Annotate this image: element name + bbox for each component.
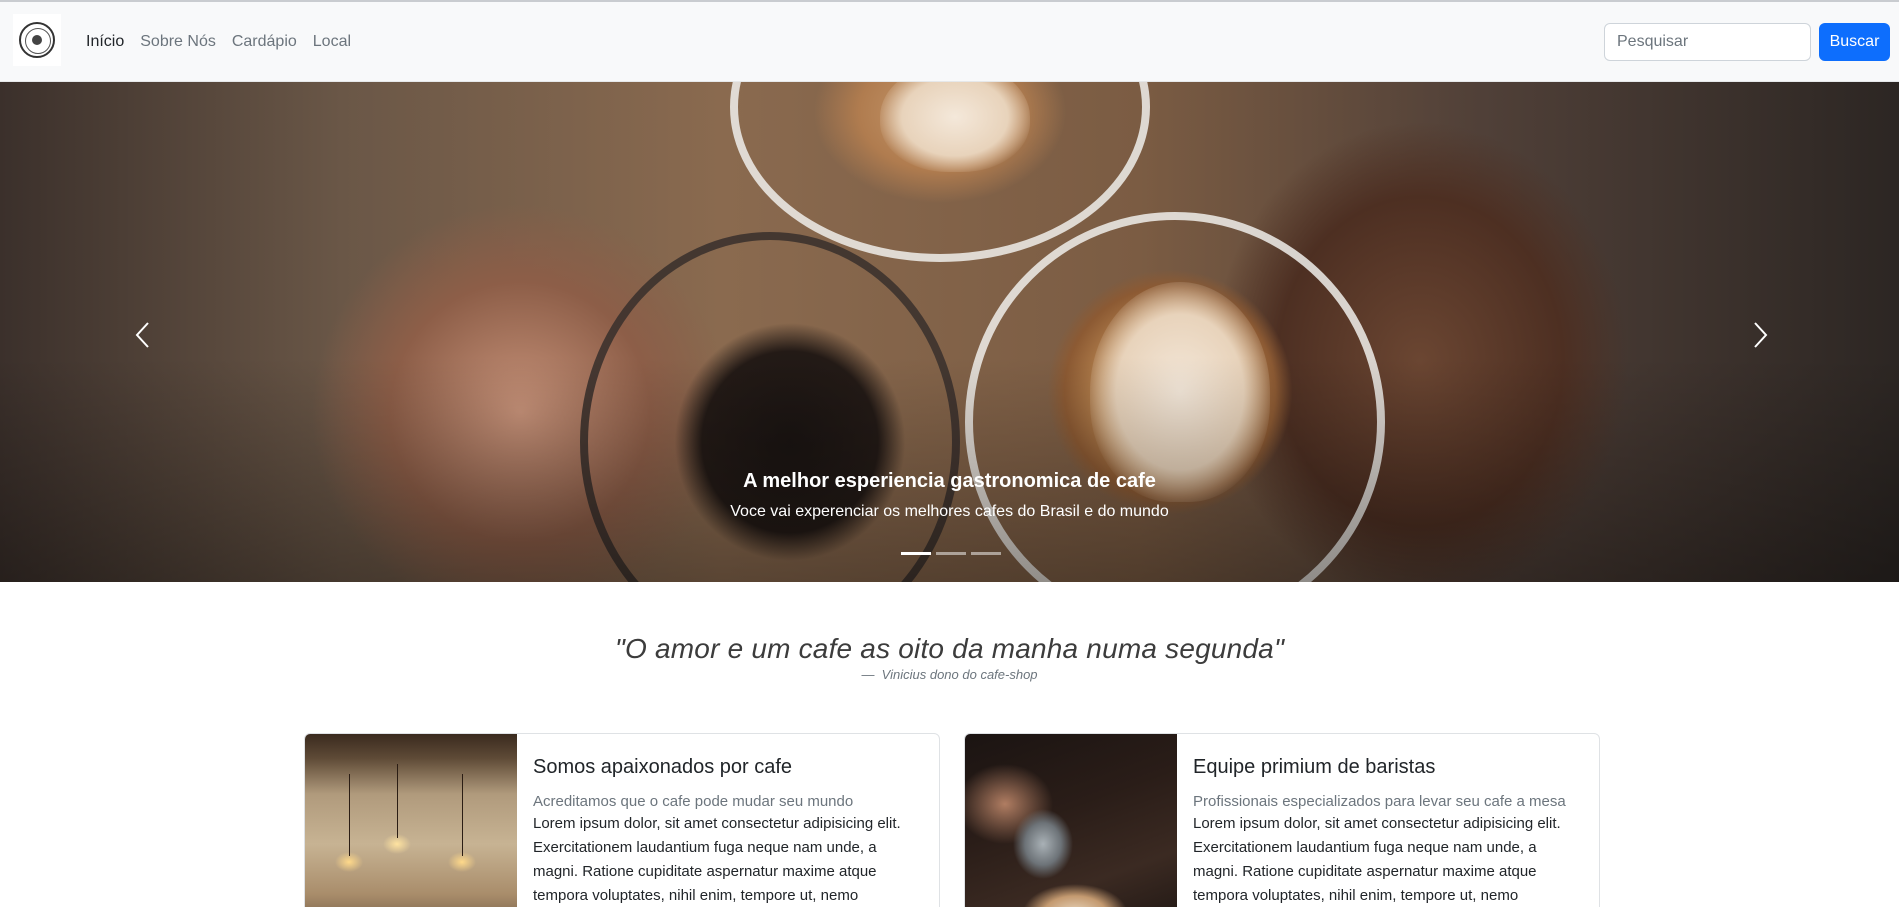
search-button[interactable]: Buscar [1819,23,1890,61]
nav-link-sobre-nos[interactable]: Sobre Nós [140,31,216,53]
chevron-left-icon [135,322,149,348]
card-title: Equipe primium de baristas [1193,756,1436,778]
card-body: Somos apaixonados por cafe Acreditamos q… [533,754,925,907]
card-title: Somos apaixonados por cafe [533,756,793,778]
card-text: Lorem ipsum dolor, sit amet consectetur … [533,815,901,904]
card-body: Equipe primium de baristas Profissionais… [1193,754,1585,907]
nav-link-inicio[interactable]: Início [86,31,124,53]
carousel-indicator-1[interactable] [901,552,931,555]
latte-art-right [1090,282,1270,502]
search-input[interactable] [1604,23,1811,61]
carousel-caption-title: A melhor esperiencia gastronomica de caf… [743,470,1156,492]
nav-link-local[interactable]: Local [313,31,351,53]
card-text: Lorem ipsum dolor, sit amet consectetur … [1193,815,1561,904]
carousel-indicator-3[interactable] [971,552,1001,555]
chevron-right-icon [1754,322,1768,348]
hero-carousel: A melhor esperiencia gastronomica de caf… [0,82,1899,582]
carousel-indicators [901,552,1001,555]
logo-link[interactable] [13,14,61,66]
card-image-cafe-interior [305,734,517,907]
card-image-barista-pouring [965,734,1177,907]
logo-icon [19,22,55,58]
nav-links: Início Sobre Nós Cardápio Local [86,31,367,53]
carousel-next-button[interactable] [1740,315,1780,355]
carousel-caption-subtitle: Voce vai experenciar os melhores cafes d… [730,503,1169,520]
navbar: Início Sobre Nós Cardápio Local Buscar [0,2,1899,82]
blockquote-text: "O amor e um cafe as oito da manha numa … [614,633,1285,664]
hero-image-cup-right [965,212,1385,582]
latte-art-top [880,82,1030,172]
hero-image-cup-top [730,82,1150,262]
card-subtitle: Acreditamos que o cafe pode mudar seu mu… [533,793,854,810]
card-subtitle: Profissionais especializados para levar … [1193,793,1566,810]
blockquote-author-name: Vinicius dono do cafe-shop [881,667,1038,682]
nav-link-cardapio[interactable]: Cardápio [232,31,297,53]
feature-card-baristas: Equipe primium de baristas Profissionais… [964,733,1600,907]
carousel-indicator-2[interactable] [936,552,966,555]
blockquote-author: — Vinicius dono do cafe-shop [861,667,1038,682]
hero-image-cup-dark [580,232,960,582]
feature-card-passion: Somos apaixonados por cafe Acreditamos q… [304,733,940,907]
carousel-prev-button[interactable] [123,315,163,355]
